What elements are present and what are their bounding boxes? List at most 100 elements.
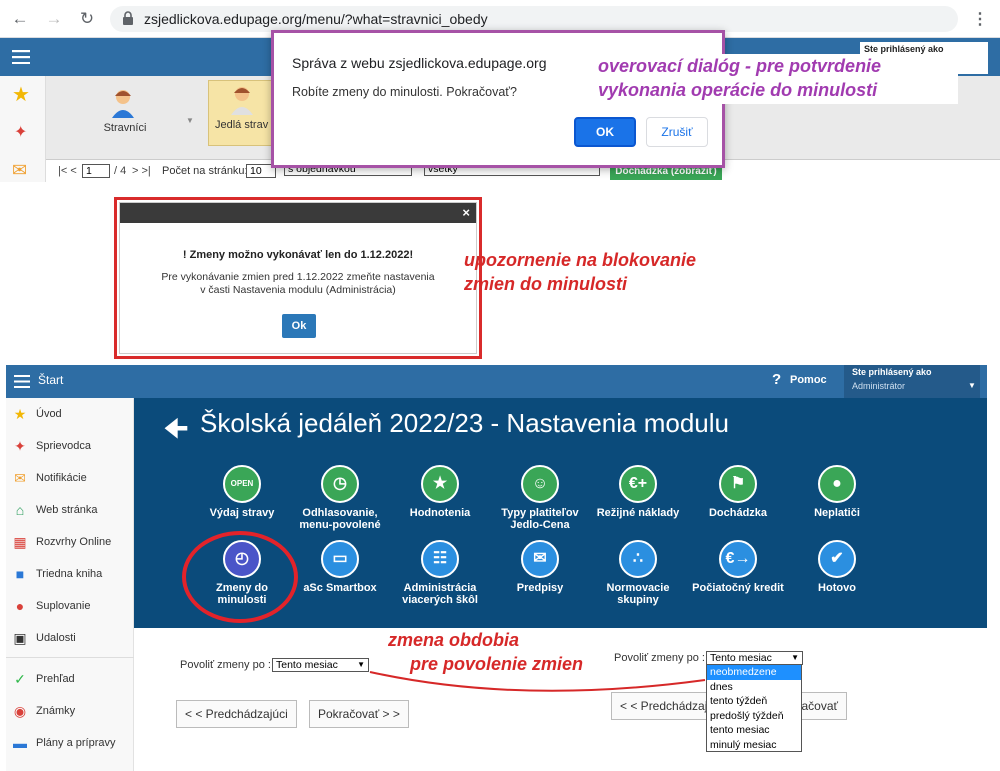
tile-checkmark[interactable]: ✔ Hotovo <box>791 540 883 594</box>
user-box[interactable]: Ste prihlásený ako Administrátor ▼ <box>844 365 980 398</box>
cook-icon <box>231 87 253 115</box>
tile-label: Predpisy <box>516 582 564 594</box>
lock-icon <box>123 11 133 25</box>
monitor-icon: ▭ <box>321 540 359 578</box>
sidebar-item[interactable]: ✦ Sprievodca <box>6 430 134 462</box>
envelope-icon[interactable]: ✉ <box>12 160 27 181</box>
walk-icon: ⚑ <box>719 465 757 503</box>
tile-clock[interactable]: ◷ Odhlasovanie, menu-povolené <box>294 465 386 531</box>
allow-changes-label-2: Povoliť zmeny po : <box>614 652 705 664</box>
pager-prev[interactable]: |< < <box>58 165 77 177</box>
dropdown-option[interactable]: tento týždeň <box>707 694 801 709</box>
hamburger-icon[interactable] <box>14 375 30 388</box>
sidebar-item[interactable]: ✉ Notifikácie <box>6 462 134 494</box>
ribbon-stravnici[interactable]: Stravníci ▼ <box>50 82 200 154</box>
dropdown-option[interactable]: minulý mesiac <box>707 738 801 753</box>
sidebar-item[interactable]: ▬ Plány a prípravy <box>6 727 134 759</box>
url-text: zsjedlickova.edupage.org/menu/?what=stra… <box>144 11 488 27</box>
next-button-2[interactable]: Pokračovať > > <box>800 692 847 720</box>
hamburger-icon[interactable] <box>12 50 30 64</box>
back-icon[interactable]: ← <box>10 9 30 29</box>
close-icon[interactable]: × <box>462 205 470 220</box>
annotation-warning-line1: upozornenie na blokovanie <box>464 250 697 270</box>
tile-label: aSc Smartbox <box>303 582 377 594</box>
chevron-down-icon: ▼ <box>791 653 799 662</box>
tile-label: Počiatočný kredit <box>692 582 784 594</box>
sidebar-item-label: Suplovanie <box>36 600 91 612</box>
sidebar-item[interactable]: ● Suplovanie <box>6 590 134 622</box>
prev-button-2[interactable]: < < Predchádzajúci <box>611 692 707 720</box>
sidebar-item[interactable]: ▦ Rozvrhy Online <box>6 526 134 558</box>
tile-label: Výdaj stravy <box>209 507 275 519</box>
sidebar-item-label: Notifikácie <box>36 472 87 484</box>
home-icon: ⌂ <box>15 502 25 518</box>
wand-icon: ✦ <box>14 438 26 454</box>
star-icon: ★ <box>421 465 459 503</box>
grid-icon: ▦ <box>13 534 27 550</box>
confirm-cancel-button[interactable]: Zrušiť <box>646 117 708 147</box>
tile-label: Režijné náklady <box>596 507 680 519</box>
payer-icon: ☺ <box>521 465 559 503</box>
annotation-warning: upozornenie na blokovanie zmien do minul… <box>464 248 696 296</box>
next-button[interactable]: Pokračovať > > <box>309 700 409 728</box>
pager-next[interactable]: > >| <box>132 165 151 177</box>
prev-button[interactable]: < < Predchádzajúci <box>176 700 297 728</box>
payment-icon: ✉ <box>521 540 559 578</box>
forward-icon[interactable]: → <box>44 9 64 29</box>
clock-icon: ◷ <box>321 465 359 503</box>
tile-walk[interactable]: ⚑ Dochádzka <box>692 465 784 519</box>
next-button-2-label: Pokračovať > > <box>801 699 838 713</box>
annotation-zmena-line2: pre povolenie zmien <box>410 654 584 674</box>
dropdown-option[interactable]: neobmedzene <box>707 665 801 680</box>
sidebar-item[interactable]: ★ Úvod <box>6 398 134 430</box>
warning-ok-button[interactable]: Ok <box>282 314 316 338</box>
reload-icon[interactable]: ↻ <box>77 9 97 29</box>
tile-dots[interactable]: ∴ Normovacie skupiny <box>592 540 684 606</box>
ribbon-jedla[interactable]: Jedlá strav <box>208 80 272 146</box>
tile-label: Typy platiteľov Jedlo-Cena <box>501 507 579 531</box>
sidebar-item[interactable]: ▣ Udalosti <box>6 622 134 654</box>
tile-open-sign[interactable]: OPEN Výdaj stravy <box>196 465 288 519</box>
dropdown-option[interactable]: dnes <box>707 680 801 695</box>
help-icon[interactable]: ? <box>772 371 781 388</box>
allow-changes-select-2[interactable]: Tento mesiac ▼ <box>706 651 803 665</box>
help-link[interactable]: Pomoc <box>790 374 827 386</box>
app-sidebar-top: ★ ✦ ✉ <box>0 76 46 182</box>
browser-menu-icon[interactable]: ⋮ <box>972 9 988 29</box>
confirm-ok-button[interactable]: OK <box>574 117 636 147</box>
warning-line1: Pre vykonávanie zmien pred 1.12.2022 zme… <box>161 271 435 283</box>
dropdown-option[interactable]: predošlý týždeň <box>707 709 801 724</box>
signed-in-label: Ste prihlásený ako <box>864 44 944 54</box>
tile-history-clock[interactable]: ◴ Zmeny do minulosti <box>196 540 288 606</box>
page-title: Školská jedáleň 2022/23 - Nastavenia mod… <box>200 408 730 438</box>
page-select[interactable]: 1 <box>82 164 110 178</box>
wand-icon[interactable]: ✦ <box>14 122 27 142</box>
tile-label: Neplatiči <box>814 507 860 519</box>
tile-star[interactable]: ★ Hodnotenia <box>394 465 486 519</box>
tile-payer[interactable]: ☺ Typy platiteľov Jedlo-Cena <box>494 465 586 531</box>
grade-icon: ◉ <box>13 703 27 719</box>
sidebar-item-label: Známky <box>36 705 76 717</box>
sidebar-item-label: Rozvrhy Online <box>36 536 112 548</box>
tile-org-chart[interactable]: ☷ Administrácia viacerých škôl <box>394 540 486 606</box>
sidebar-item[interactable]: ✓ Prehľad <box>6 663 134 695</box>
sidebar-item[interactable]: ⌂ Web stránka <box>6 494 134 526</box>
tile-euro-arrow[interactable]: €→ Počiatočný kredit <box>692 540 784 594</box>
sidebar-item[interactable]: ■ Triedna kniha <box>6 558 134 590</box>
back-arrow-icon[interactable]: 🠈 <box>164 410 188 454</box>
allow-changes-select[interactable]: Tento mesiac ▼ <box>272 658 369 672</box>
sidebar-item[interactable]: ◉ Známky <box>6 695 134 727</box>
start-menu-label[interactable]: Štart <box>38 373 63 387</box>
checkmark-icon: ✔ <box>818 540 856 578</box>
allow-changes-dropdown[interactable]: neobmedzene dnes tento týždeň predošlý týžd… <box>706 664 802 752</box>
tile-monitor[interactable]: ▭ aSc Smartbox <box>294 540 386 594</box>
tile-euro-plus[interactable]: €+ Režijné náklady <box>592 465 684 519</box>
tile-money-bag[interactable]: ● Neplatiči <box>791 465 883 519</box>
tile-label: Odhlasovanie, menu-povolené <box>299 507 381 531</box>
dropdown-option[interactable]: tento mesiac <box>707 723 801 738</box>
sidebar-item-label: Úvod <box>36 408 62 420</box>
tile-payment[interactable]: ✉ Predpisy <box>494 540 586 594</box>
calendar-icon: ▣ <box>13 630 27 646</box>
star-icon[interactable]: ★ <box>12 82 30 107</box>
sidebar-item-label: Udalosti <box>36 632 76 644</box>
